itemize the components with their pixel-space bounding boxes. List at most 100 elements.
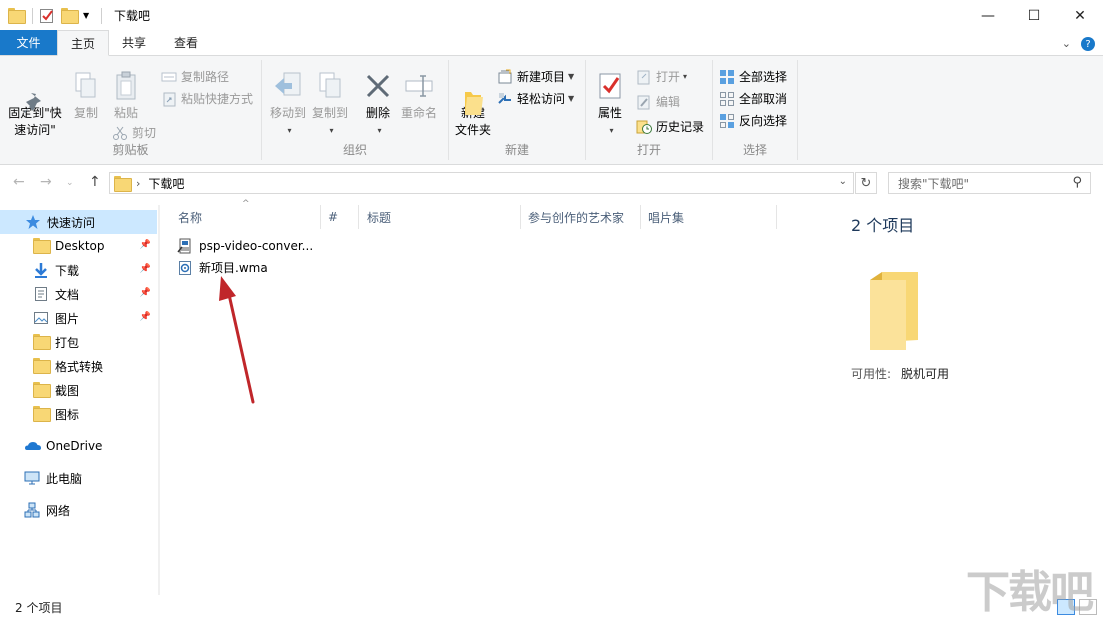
open-group-label: 打开 bbox=[636, 143, 661, 157]
sidebar-item-icons[interactable]: 图标 bbox=[0, 402, 157, 426]
breadcrumb-chevron-icon[interactable]: › bbox=[136, 177, 140, 190]
chevron-down-icon[interactable]: ▼ bbox=[83, 8, 93, 24]
properties-label: 属性 bbox=[597, 106, 622, 120]
chevron-down-icon: ▾ bbox=[683, 72, 688, 81]
sidebar-item-documents[interactable]: 文档 📌 bbox=[0, 282, 157, 306]
forward-arrow-icon[interactable]: → bbox=[40, 174, 52, 190]
sidebar-item-label: 格式转换 bbox=[55, 359, 104, 374]
tab-home[interactable]: 主页 bbox=[57, 30, 109, 56]
sidebar-item-desktop[interactable]: Desktop 📌 bbox=[0, 234, 157, 258]
rename-button[interactable]: 重命名 bbox=[398, 70, 440, 122]
quick-access-toolbar: ▼ bbox=[0, 0, 108, 31]
invert-selection-button[interactable]: 反向选择 bbox=[719, 112, 787, 129]
paste-button[interactable]: 粘贴 bbox=[108, 70, 144, 122]
help-icon[interactable]: ? bbox=[1081, 37, 1095, 51]
address-row: ← → ⌄ ↑ › 下载吧 ⌄ ↻ 搜索"下载吧" ⚲ bbox=[0, 170, 1103, 196]
open-button[interactable]: 打开 ▾ bbox=[636, 68, 687, 85]
recent-chevron-icon[interactable]: ⌄ bbox=[66, 178, 74, 188]
column-divider[interactable] bbox=[320, 205, 321, 229]
search-placeholder: 搜索"下载吧" bbox=[898, 176, 970, 191]
sidebar-item-quick-access[interactable]: 快速访问 bbox=[0, 210, 157, 234]
new-folder-button[interactable]: 新建 文件夹 bbox=[453, 70, 493, 139]
column-header-title[interactable]: 标题 bbox=[367, 205, 391, 229]
file-row[interactable]: 新项目.wma bbox=[177, 257, 268, 278]
select-none-button[interactable]: 全部取消 bbox=[719, 90, 787, 107]
copy-path-button[interactable]: 复制路径 bbox=[161, 68, 229, 85]
close-button[interactable]: ✕ bbox=[1057, 0, 1103, 31]
cut-button[interactable]: 剪切 bbox=[112, 124, 156, 141]
copy-button[interactable]: 复制 bbox=[68, 70, 104, 122]
refresh-button[interactable]: ↻ bbox=[855, 172, 877, 194]
column-header-artist[interactable]: 参与创作的艺术家 bbox=[528, 205, 624, 229]
history-label: 历史记录 bbox=[656, 120, 705, 134]
item-count: 2 个项目 bbox=[851, 216, 915, 235]
column-divider[interactable] bbox=[640, 205, 641, 229]
history-icon bbox=[636, 119, 652, 135]
history-button[interactable]: 历史记录 bbox=[636, 118, 704, 135]
cut-label: 剪切 bbox=[132, 126, 157, 140]
sidebar-item-network[interactable]: 网络 bbox=[0, 498, 157, 522]
address-bar[interactable]: › 下载吧 ⌄ bbox=[109, 172, 854, 194]
properties-checkbox-icon[interactable] bbox=[39, 8, 55, 24]
pin-to-quick-access-button[interactable]: 固定到"快 速访问" bbox=[6, 70, 64, 139]
sidebar-item-screenshots[interactable]: 截图 bbox=[0, 378, 157, 402]
file-row[interactable]: psp-video-conver... bbox=[177, 235, 313, 256]
properties-button[interactable]: 属性 ▾ bbox=[592, 70, 628, 139]
tab-file[interactable]: 文件 bbox=[0, 30, 57, 55]
maximize-button[interactable]: ☐ bbox=[1011, 0, 1057, 31]
copy-to-icon bbox=[314, 70, 346, 102]
new-folder-icon[interactable] bbox=[61, 7, 79, 24]
audio-file-icon bbox=[177, 260, 193, 276]
edit-label: 编辑 bbox=[656, 95, 681, 109]
pin-icon[interactable]: 📌 bbox=[140, 288, 151, 298]
select-all-button[interactable]: 全部选择 bbox=[719, 68, 787, 85]
open-icon bbox=[636, 69, 652, 85]
navigation-scrollbar[interactable] bbox=[158, 205, 160, 595]
column-divider[interactable] bbox=[520, 205, 521, 229]
chevron-down-icon[interactable]: ⌄ bbox=[839, 176, 847, 187]
tab-view[interactable]: 查看 bbox=[159, 30, 212, 55]
pin-icon[interactable]: 📌 bbox=[140, 240, 151, 250]
column-divider[interactable] bbox=[358, 205, 359, 229]
sidebar-item-label: 图标 bbox=[55, 407, 80, 422]
new-item-button[interactable]: 新建项目 ▼ bbox=[497, 68, 574, 85]
file-name[interactable]: 新项目.wma bbox=[199, 259, 268, 276]
minimize-button[interactable]: — bbox=[965, 0, 1011, 31]
search-input[interactable]: 搜索"下载吧" ⚲ bbox=[888, 172, 1091, 194]
move-to-button[interactable]: 移动到 ▾ bbox=[266, 70, 310, 139]
paste-shortcut-button[interactable]: 粘贴快捷方式 bbox=[161, 90, 253, 107]
delete-button[interactable]: 删除 ▾ bbox=[360, 70, 396, 139]
folder-icon bbox=[8, 7, 26, 24]
pin-icon[interactable]: 📌 bbox=[140, 312, 151, 322]
organize-group-label: 组织 bbox=[342, 143, 367, 157]
installer-icon bbox=[177, 238, 193, 254]
copy-to-button[interactable]: 复制到 ▾ bbox=[308, 70, 352, 139]
edit-button[interactable]: 编辑 bbox=[636, 93, 680, 110]
back-arrow-icon[interactable]: ← bbox=[13, 174, 25, 190]
sidebar-item-this-pc[interactable]: 此电脑 bbox=[0, 466, 157, 490]
status-bar: 2 个项目 bbox=[0, 596, 1103, 619]
column-divider[interactable] bbox=[776, 205, 777, 229]
sidebar-item-pictures[interactable]: 图片 📌 bbox=[0, 306, 157, 330]
sidebar-item-package[interactable]: 打包 bbox=[0, 330, 157, 354]
status-item-count: 2 个项目 bbox=[15, 601, 63, 615]
search-icon[interactable]: ⚲ bbox=[1072, 175, 1082, 190]
delete-x-icon bbox=[362, 70, 394, 102]
sidebar-item-onedrive[interactable]: OneDrive bbox=[0, 434, 157, 458]
tab-share[interactable]: 共享 bbox=[109, 30, 159, 55]
column-header-album[interactable]: 唱片集 bbox=[648, 205, 684, 229]
easy-access-button[interactable]: 轻松访问 ▼ bbox=[497, 90, 574, 107]
availability-value: 脱机可用 bbox=[901, 367, 950, 381]
title-bar: ▼ 下载吧 — ☐ ✕ bbox=[0, 0, 1103, 31]
column-header-name[interactable]: 名称 bbox=[178, 205, 202, 229]
breadcrumb-path[interactable]: 下载吧 bbox=[148, 175, 184, 192]
file-name[interactable]: psp-video-conver... bbox=[199, 239, 313, 253]
select-group-label: 选择 bbox=[742, 143, 767, 157]
sidebar-item-format-convert[interactable]: 格式转换 bbox=[0, 354, 157, 378]
up-arrow-icon[interactable]: ↑ bbox=[89, 174, 101, 190]
sidebar-item-downloads[interactable]: 下载 📌 bbox=[0, 258, 157, 282]
pin-icon[interactable]: 📌 bbox=[140, 264, 151, 274]
chevron-down-icon: ▾ bbox=[609, 126, 614, 135]
expand-ribbon-icon[interactable]: ⌄ bbox=[1062, 37, 1071, 51]
column-header-number[interactable]: # bbox=[328, 205, 338, 229]
